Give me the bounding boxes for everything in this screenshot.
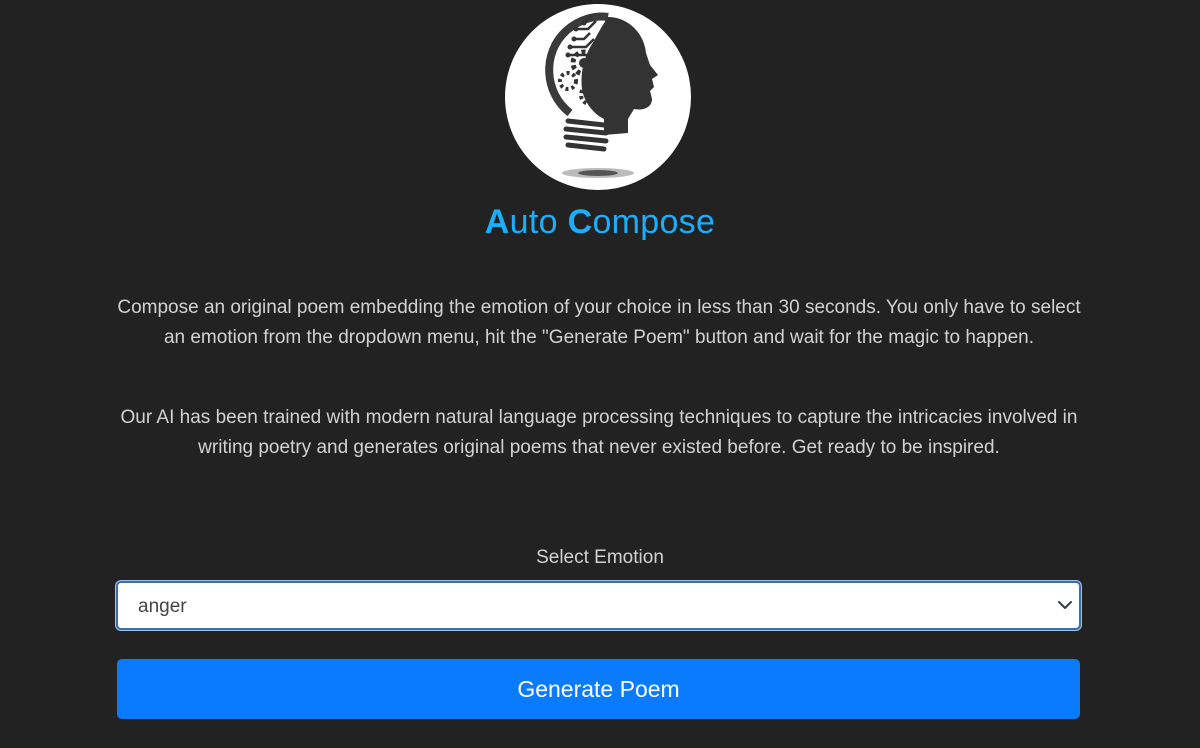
page-title: Auto Compose — [0, 200, 1200, 244]
emotion-select-value: anger — [138, 596, 187, 617]
ai-description-paragraph: Our AI has been trained with modern natu… — [120, 407, 1078, 458]
ai-head-lightbulb-logo-icon — [505, 4, 691, 190]
title-initial-c: C — [567, 203, 593, 241]
emotion-select[interactable]: anger — [116, 581, 1081, 630]
title-initial-a: A — [484, 203, 510, 241]
title-word-auto: uto — [509, 203, 568, 241]
chevron-down-icon — [1058, 601, 1072, 609]
intro-paragraph: Compose an original poem embedding the e… — [117, 297, 1081, 348]
generate-poem-button[interactable]: Generate Poem — [117, 659, 1080, 719]
title-word-compose: ompose — [592, 203, 716, 241]
select-emotion-label: Select Emotion — [536, 547, 664, 568]
app-logo — [504, 3, 692, 191]
page: Auto Compose Compose an original poem em… — [0, 0, 1200, 748]
